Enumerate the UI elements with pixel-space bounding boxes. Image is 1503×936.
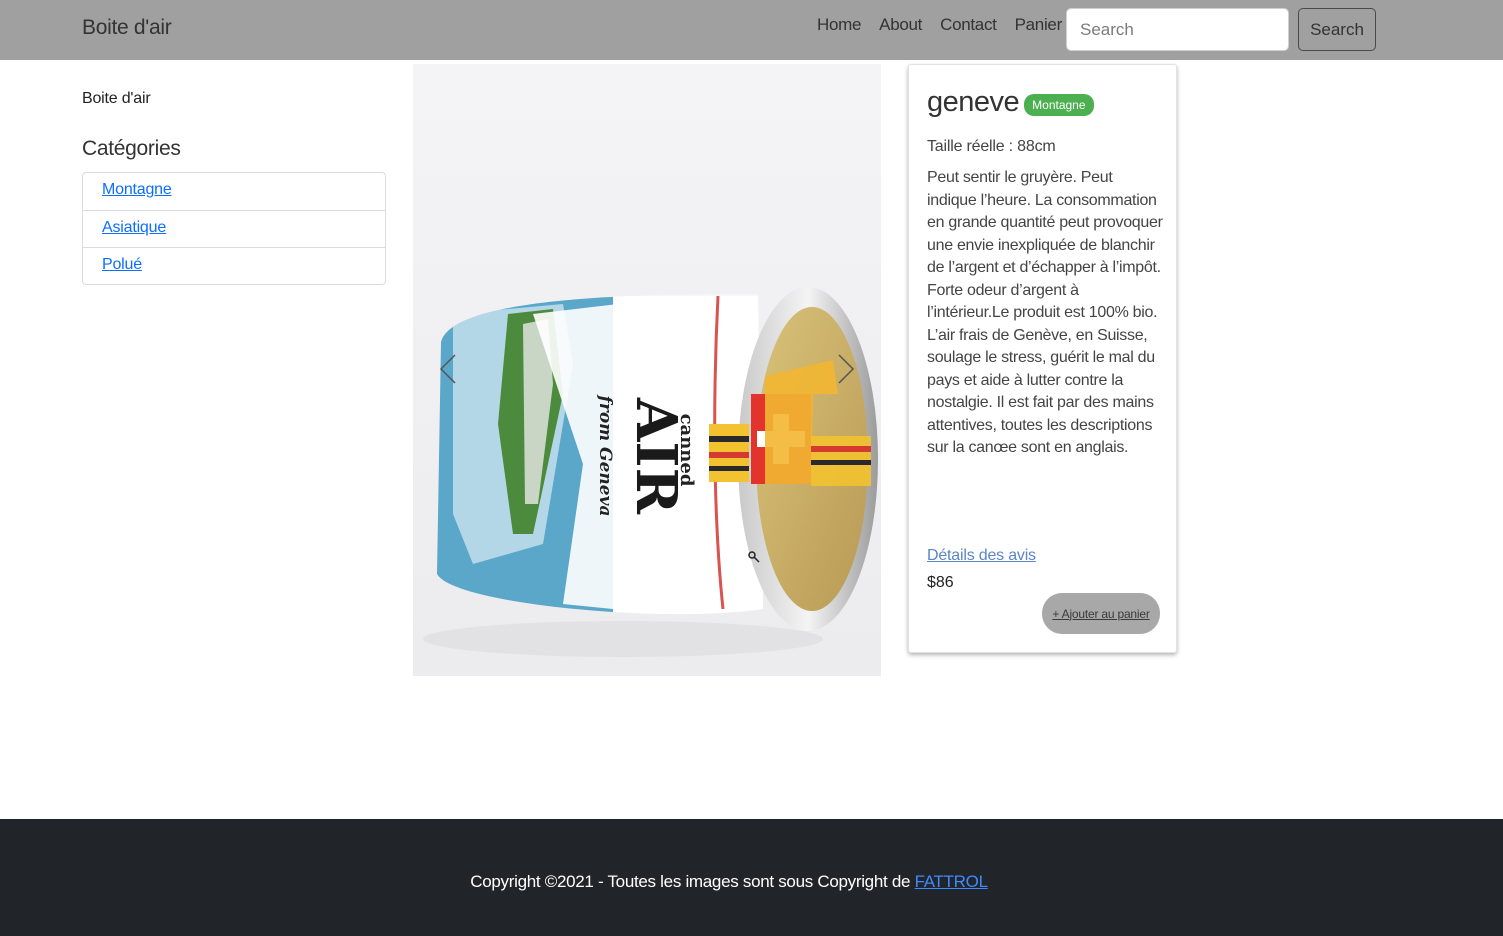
footer-copyright: Copyright ©2021 - Toutes les images sont… [0, 872, 1458, 892]
category-badge: Montagne [1024, 93, 1094, 116]
product-image: canned AIR from Geneva [413, 64, 881, 676]
nav-link-contact[interactable]: Contact [931, 15, 1006, 35]
category-link-montagne[interactable]: Montagne [102, 181, 172, 198]
nav-links: Home About Contact Panier [808, 15, 1071, 35]
product-title-row: geneve Montagne [927, 86, 1094, 119]
footer-copyright-text: Copyright ©2021 - Toutes les images sont… [470, 872, 915, 891]
navbar-brand[interactable]: Boite d'air [82, 16, 172, 40]
can-text-from-geneva: from Geneva [595, 395, 615, 517]
product-description: Peut sentir le gruyère. Peut indique l’h… [927, 169, 1163, 456]
navbar: Boite d'air Home About Contact Panier Se… [0, 0, 1503, 60]
footer: Copyright ©2021 - Toutes les images sont… [0, 819, 1503, 936]
category-item-montagne: Montagne [83, 173, 385, 210]
carousel-prev-icon[interactable] [428, 349, 468, 389]
category-item-polue: Polué [83, 247, 385, 284]
add-to-cart-button[interactable]: + Ajouter au panier [1042, 593, 1160, 634]
product-price: $86 [927, 574, 954, 591]
category-link-polue[interactable]: Polué [102, 256, 142, 273]
reviews-link[interactable]: Détails des avis [927, 547, 1036, 565]
categories-heading: Catégories [82, 137, 181, 160]
search-input[interactable] [1066, 8, 1289, 51]
product-size: Taille réelle : 88cm [927, 138, 1056, 155]
footer-fattrol-link[interactable]: FATTROL [915, 872, 988, 891]
carousel-next-icon[interactable] [826, 349, 866, 389]
sidebar-brand: Boite d'air [82, 90, 151, 107]
product-card: geneve Montagne Taille réelle : 88cm Peu… [908, 64, 1177, 653]
category-list: Montagne Asiatique Polué [82, 172, 386, 285]
nav-link-panier[interactable]: Panier [1006, 15, 1071, 35]
nav-link-about[interactable]: About [870, 15, 931, 35]
category-link-asiatique[interactable]: Asiatique [102, 219, 166, 236]
category-item-asiatique: Asiatique [83, 210, 385, 247]
product-name: geneve [927, 86, 1020, 118]
can-text-air: AIR [623, 397, 689, 515]
search-button[interactable]: Search [1298, 8, 1376, 51]
product-carousel: canned AIR from Geneva [413, 64, 881, 676]
nav-link-home[interactable]: Home [808, 15, 870, 35]
